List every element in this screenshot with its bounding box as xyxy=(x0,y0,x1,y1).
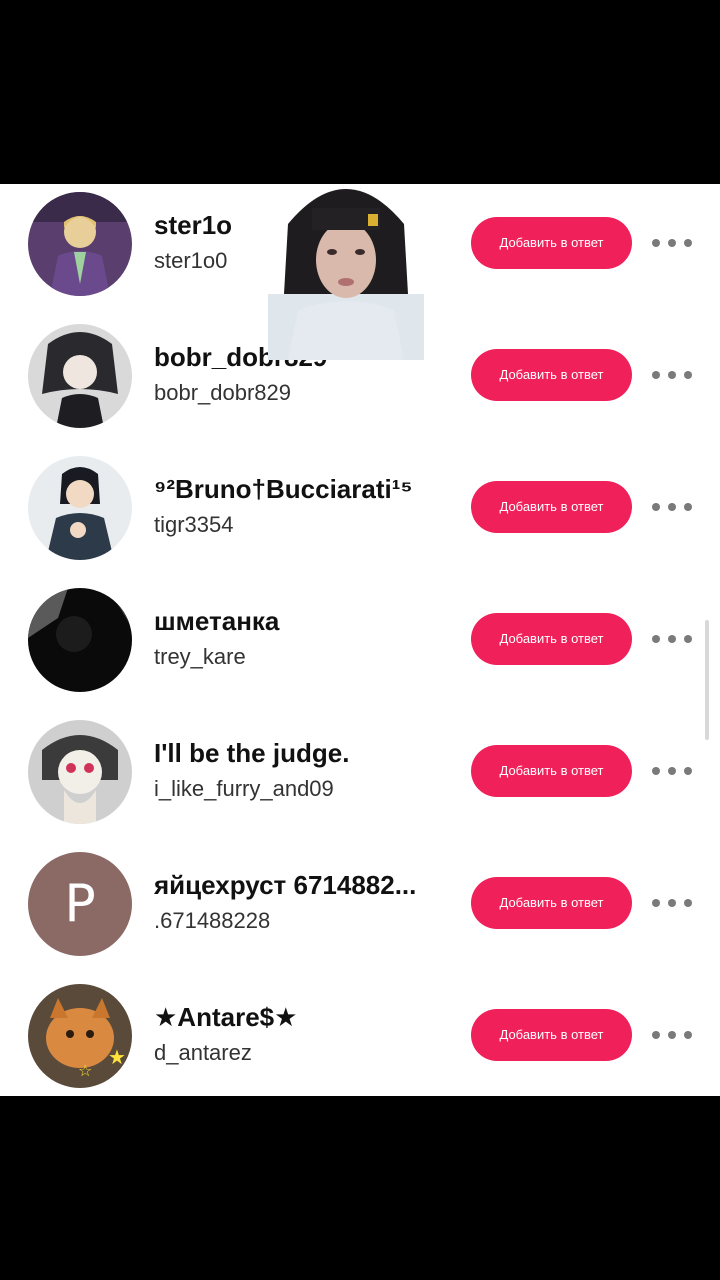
svg-text:☆: ☆ xyxy=(78,1061,92,1080)
more-options-icon[interactable] xyxy=(652,759,692,783)
svg-text:★: ★ xyxy=(108,1045,126,1069)
user-list-panel: ster1o ster1o0 Добавить в ответ bobr_dob… xyxy=(0,184,720,1096)
avatar[interactable] xyxy=(28,456,132,560)
username: trey_kare xyxy=(154,644,246,669)
list-item[interactable]: шметанка trey_kare Добавить в ответ xyxy=(0,580,720,712)
add-to-reply-button[interactable]: Добавить в ответ xyxy=(471,217,632,269)
avatar[interactable] xyxy=(28,324,132,428)
more-options-icon[interactable] xyxy=(652,363,692,387)
username: d_antarez xyxy=(154,1040,252,1065)
more-options-icon[interactable] xyxy=(652,627,692,651)
username: tigr3354 xyxy=(154,512,234,537)
list-item[interactable]: I'll be the judge. i_like_furry_and09 До… xyxy=(0,712,720,844)
avatar[interactable]: ★ ☆ xyxy=(28,984,132,1088)
add-to-reply-button[interactable]: Добавить в ответ xyxy=(471,877,632,929)
list-item[interactable]: ⁹²Bruno†Bucciarati¹⁵ tigr3354 Добавить в… xyxy=(0,448,720,580)
more-options-icon[interactable] xyxy=(652,495,692,519)
more-options-icon[interactable] xyxy=(652,891,692,915)
more-options-icon[interactable] xyxy=(652,231,692,255)
display-name: ⁹²Bruno†Bucciarati¹⁵ xyxy=(154,474,413,504)
avatar[interactable] xyxy=(28,588,132,692)
add-to-reply-button[interactable]: Добавить в ответ xyxy=(471,613,632,665)
bottom-black-bar xyxy=(0,1096,720,1280)
display-name: I'll be the judge. xyxy=(154,738,350,768)
add-to-reply-button[interactable]: Добавить в ответ xyxy=(471,349,632,401)
add-to-reply-button[interactable]: Добавить в ответ xyxy=(471,1009,632,1061)
overlay-person-image xyxy=(268,184,424,360)
list-item[interactable]: ★ ☆ ★Antare$★ d_antarez Добавить в ответ xyxy=(0,976,720,1096)
avatar[interactable] xyxy=(28,192,132,296)
add-to-reply-button[interactable]: Добавить в ответ xyxy=(471,745,632,797)
add-to-reply-button[interactable]: Добавить в ответ xyxy=(471,481,632,533)
scrollbar[interactable] xyxy=(705,620,709,740)
username: bobr_dobr829 xyxy=(154,380,292,405)
display-name: ★Antare$★ xyxy=(154,1002,298,1032)
top-black-bar xyxy=(0,0,720,184)
avatar[interactable]: P xyxy=(28,852,132,956)
list-item[interactable]: P яйцехруст 6714882... .671488228 Добави… xyxy=(0,844,720,976)
avatar[interactable] xyxy=(28,720,132,824)
more-options-icon[interactable] xyxy=(652,1023,692,1047)
username: i_like_furry_and09 xyxy=(154,776,334,801)
display-name: яйцехруст 6714882... xyxy=(154,870,417,900)
display-name: шметанка xyxy=(154,606,280,636)
username: .671488228 xyxy=(154,908,271,933)
